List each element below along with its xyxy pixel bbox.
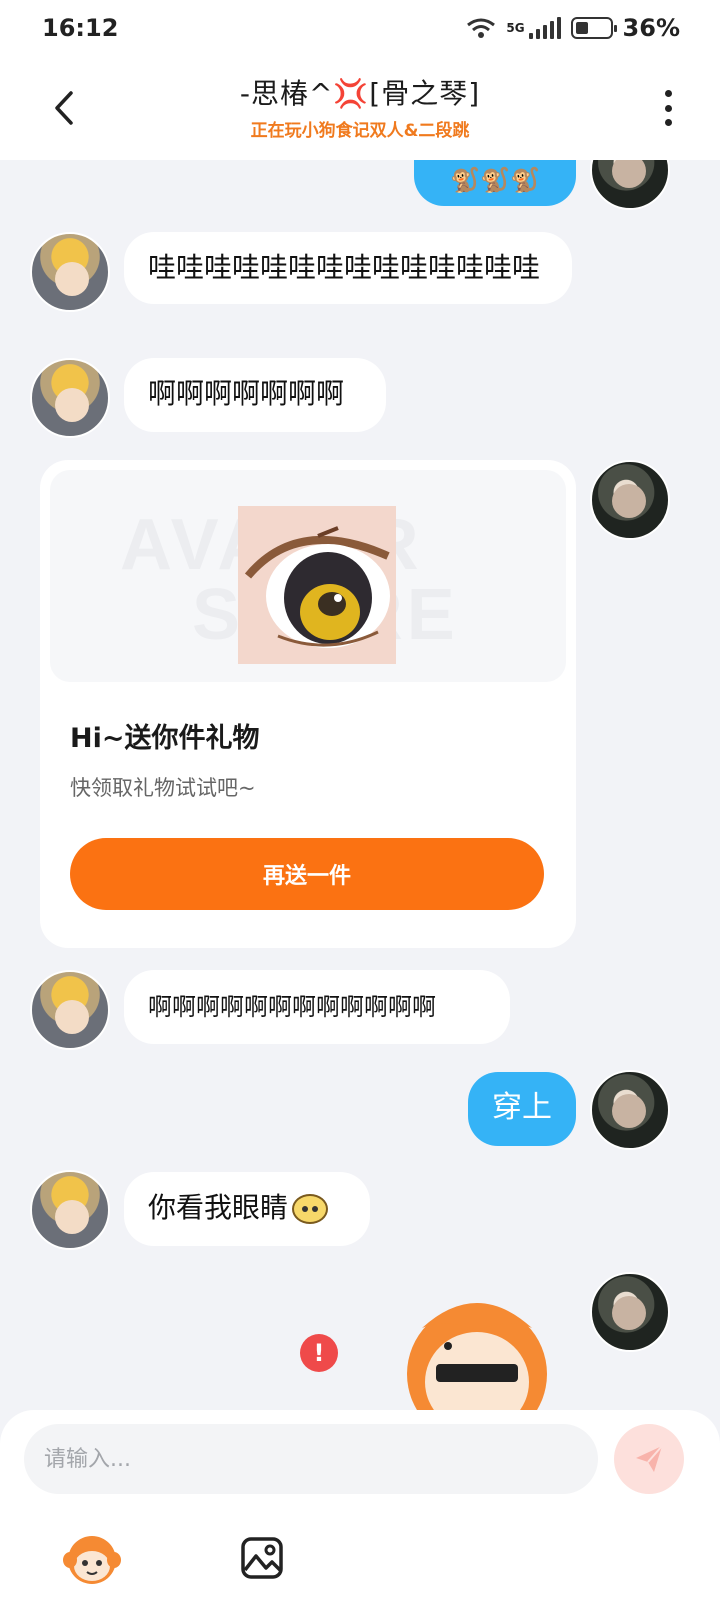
chat-header: -思椿^💢[骨之琴] 正在玩小狗食记双人&二段跳 <box>0 56 720 160</box>
gift-description: 快领取礼物试试吧~ <box>70 776 256 800</box>
image-icon <box>241 1537 283 1579</box>
image-button[interactable] <box>230 1526 294 1590</box>
avatar-them[interactable] <box>30 358 110 438</box>
send-another-gift-button[interactable]: 再送一件 <box>70 838 544 910</box>
more-options-button[interactable] <box>656 86 680 130</box>
back-button[interactable] <box>44 86 84 130</box>
chat-title: -思椿^💢[骨之琴] <box>239 76 481 110</box>
battery-percent: 36% <box>622 14 680 42</box>
message-text: 穿上 <box>492 1090 552 1125</box>
header-title-block: -思椿^💢[骨之琴] 正在玩小狗食记双人&二段跳 <box>240 72 480 141</box>
status-bar: 16:12 5G 36% <box>0 0 720 56</box>
send-button[interactable] <box>614 1424 684 1494</box>
wifi-icon <box>467 18 496 38</box>
message-bubble-me[interactable]: 🐒🐒🐒 <box>414 160 576 206</box>
sticker-message[interactable] <box>402 1278 552 1410</box>
send-icon <box>636 1445 663 1472</box>
gift-title: Hi~送你件礼物 <box>70 723 260 754</box>
message-bubble-them[interactable]: 哇哇哇哇哇哇哇哇哇哇哇哇哇哇 <box>124 232 572 304</box>
input-bar <box>0 1410 720 1612</box>
avatar-me[interactable] <box>590 1070 670 1150</box>
gift-card[interactable]: AVATAR STORE Hi~送你件礼物 快领取礼物试试吧~ 再送一件 <box>40 460 576 948</box>
message-bubble-me[interactable]: 穿上 <box>468 1072 576 1146</box>
message-text: 啊啊啊啊啊啊啊 <box>148 377 345 410</box>
message-bubble-them[interactable]: 你看我眼睛 <box>124 1172 370 1246</box>
message-text: 啊啊啊啊啊啊啊啊啊啊啊啊 <box>148 993 436 1021</box>
message-bubble-them[interactable]: 啊啊啊啊啊啊啊 <box>124 358 386 432</box>
message-text: 🐒🐒🐒 <box>450 166 540 194</box>
gift-thumbnail[interactable] <box>238 506 396 664</box>
signal-icon <box>528 17 561 39</box>
eye-sticker-image <box>244 526 390 648</box>
message-text: 你看我眼睛 <box>148 1191 289 1224</box>
message-text: 哇哇哇哇哇哇哇哇哇哇哇哇哇哇 <box>148 251 541 284</box>
message-list[interactable]: 🐒🐒🐒 哇哇哇哇哇哇哇哇哇哇哇哇哇哇 啊啊啊啊啊啊啊 AVATAR STORE <box>0 160 720 1410</box>
chevron-left-icon <box>55 91 73 125</box>
message-input[interactable] <box>24 1424 598 1494</box>
gift-image-area: AVATAR STORE <box>50 470 566 682</box>
avatar-them[interactable] <box>30 1170 110 1250</box>
exclamation-icon[interactable]: ! <box>300 1334 338 1372</box>
message-bubble-them[interactable]: 啊啊啊啊啊啊啊啊啊啊啊啊 <box>124 970 510 1044</box>
monkey-sticker-icon <box>63 1536 121 1584</box>
sticker-button[interactable] <box>60 1526 124 1590</box>
avatar-me[interactable] <box>590 160 670 210</box>
avatar-me[interactable] <box>590 460 670 540</box>
avatar-me[interactable] <box>590 1272 670 1352</box>
more-vertical-icon <box>664 90 672 97</box>
status-time: 16:12 <box>42 14 119 42</box>
network-label: 5G <box>506 21 525 35</box>
avatar-them[interactable] <box>30 232 110 312</box>
monkey-sticker-icon <box>407 1303 547 1410</box>
chat-subtitle: 正在玩小狗食记双人&二段跳 <box>250 120 470 141</box>
status-icons: 5G 36% <box>466 14 680 42</box>
battery-icon <box>570 17 617 39</box>
avatar-them[interactable] <box>30 970 110 1050</box>
smiley-emoji-icon <box>292 1194 329 1224</box>
